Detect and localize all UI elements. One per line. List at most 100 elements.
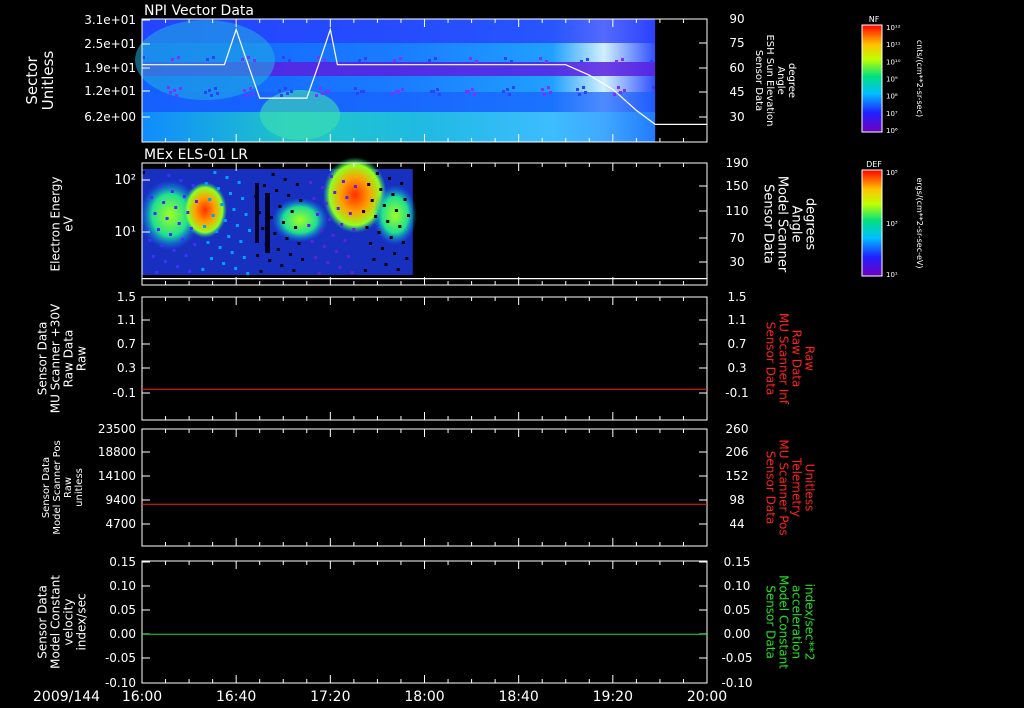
y2-tick-label: 75 [729,36,744,50]
y2-tick-label: 260 [726,422,749,436]
els-spectrogram-pixel [387,177,391,180]
els-spectrogram-pixel [218,246,222,249]
els-spectrogram-pixel [163,260,167,263]
els-spectrogram-pixel [203,225,207,228]
y2-tick-label: 45 [729,85,744,99]
els-spectrogram-patch [272,198,328,242]
els-spectrogram-gap [255,183,259,243]
npi-spectrogram-pixel [249,87,252,90]
els-spectrogram-pixel [319,229,323,232]
y2-tick-label: 150 [726,179,749,193]
npi-spectrogram-pixel [206,58,209,61]
y-tick-label: 3.1e+01 [84,13,136,27]
y2-tick-label: 90 [729,12,744,26]
y-tick-label: 9400 [105,493,136,507]
els-spectrogram-pixel [248,229,251,232]
y2-tick-label: 0.00 [724,627,751,641]
npi-spectrogram-pixel [210,94,213,97]
els-spectrogram-pixel [182,195,186,198]
els-spectrogram-pixel [348,212,352,215]
npi-spectrogram-pixel [167,86,170,89]
npi-spectrogram-pixel [430,90,433,93]
y2-axis-label: Sensor Data Model Constant acceleration ind… [764,575,817,669]
els-spectrogram-pixel [160,244,164,247]
els-spectrogram-pixel [338,266,342,269]
els-spectrogram-pixel [242,256,246,259]
y-tick-label: 23500 [98,422,136,436]
y2-tick-label: 0.10 [724,579,751,593]
els-spectrogram-pixel [382,204,386,207]
y2-tick-label: 1.1 [727,313,746,327]
els-spectrogram-pixel [398,225,402,228]
els-spectrogram-pixel [195,200,198,203]
npi-spectrogram-pixel [586,58,589,61]
colorbar-unit-text: ergs/(cm**2-sr-sec-eV) [915,177,924,268]
els-spectrogram-pixel [370,199,374,202]
y-axis-label: Sensor Data Model Constant velocity index/s… [36,575,89,669]
y2-axis-label-line: Sensor Data [764,585,778,659]
els-spectrogram-pixel [374,215,378,218]
colorbar [861,24,883,133]
y-axis-label: Sensor Data MU Scanner +30V Raw Data Raw [36,303,89,413]
npi-spectrogram-band [142,112,656,142]
npi-spectrogram-pixel [171,58,174,61]
npi-spectrogram-pixel [539,57,542,60]
y2-tick-label: 206 [726,445,749,459]
els-spectrogram-pixel [151,255,155,258]
y-axis-label-line: Raw Data [62,330,76,388]
y2-axis-label: Sensor Data MU Scanner Inf Raw Data Raw [764,313,817,405]
panel-frame [141,560,708,684]
y-axis-label-line: index/sec [75,593,89,650]
npi-spectrogram-pixel [284,87,287,90]
npi-spectrogram-pixel [169,91,172,94]
els-spectrogram-pixel [367,183,371,186]
els-spectrogram-pixel [223,219,227,222]
els-spectrogram-pixel [401,241,405,244]
npi-spectrogram-pixel [241,58,244,61]
colorbar-tick-label: 10³ [886,220,898,228]
els-spectrogram-gap [265,193,270,253]
els-spectrogram-pixel [326,261,330,264]
y-axis-label-line: unitless [74,468,85,507]
els-spectrogram-pixel [155,271,159,274]
colorbar-tick-label: 10⁶ [886,127,898,135]
y-axis-label-line: Sensor Data [36,322,50,396]
npi-spectrogram-pixel [434,57,437,60]
npi-spectrogram-pixel [253,59,256,62]
y-tick-label: 0.00 [109,627,136,641]
els-spectrogram-pixel [379,188,383,191]
y2-axis-label-line: Raw Data [790,330,804,388]
x-tick-label: 16:40 [216,689,256,705]
npi-spectrogram-pixel [286,92,289,95]
els-spectrogram-pixel [393,252,397,255]
els-spectrogram-pixel [352,228,356,231]
colorbar-label: DEF [866,160,882,169]
npi-spectrogram-pixel [317,56,320,59]
npi-spectrogram-pixel [315,94,318,97]
npi-spectrogram-pixel [360,90,363,93]
els-spectrogram-pixel [256,254,260,257]
x-tick-label: 19:20 [593,689,633,705]
els-spectrogram-pixel [172,249,176,252]
x-axis-date: 2009/144 [33,689,100,705]
els-spectrogram-pixel [158,185,162,188]
npi-spectrogram-pixel [621,58,624,61]
y-tick-label: 6.2e+00 [84,110,136,124]
els-spectrogram-pixel [225,176,229,179]
els-spectrogram-pixel [241,197,245,200]
y-axis-label: Sensor Data Model Scanner Pos Raw unitless [41,440,85,534]
els-spectrogram-pixel [343,239,347,242]
panel-title: NPI Vector Data [144,3,254,19]
els-spectrogram-pixel [362,210,366,213]
els-spectrogram-pixel [391,193,395,196]
npi-spectrogram-pixel [510,60,513,63]
els-spectrogram-patch [373,185,417,245]
els-spectrogram-pixel [188,270,192,273]
npi-spectrogram-pixel [319,87,322,90]
npi-spectrogram-pixel [356,92,359,95]
x-tick-label: 18:00 [404,689,444,705]
els-spectrogram-pixel [230,251,234,254]
y2-tick-label: 44 [729,517,744,531]
y2-axis-label-line: MU Scanner Pos [777,439,791,535]
x-tick-label: 20:00 [687,689,727,705]
